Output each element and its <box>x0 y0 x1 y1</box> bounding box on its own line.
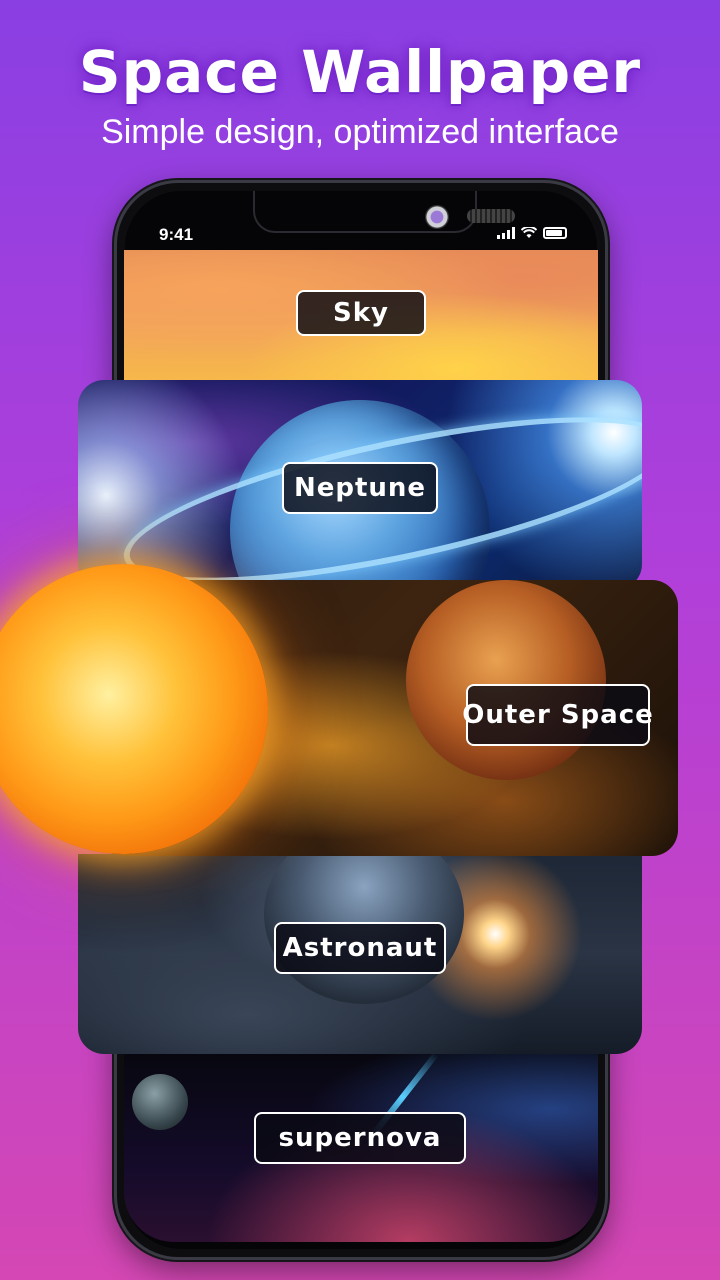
category-card-supernova[interactable]: supernova <box>124 1052 598 1242</box>
phone-notch <box>253 191 515 233</box>
status-time: 9:41 <box>159 225 194 244</box>
battery-icon <box>543 227 567 239</box>
status-icons <box>497 227 567 239</box>
category-label-neptune: Neptune <box>282 462 438 514</box>
category-card-astronaut[interactable]: Astronaut <box>78 854 642 1054</box>
wifi-icon <box>521 227 537 238</box>
category-label-supernova: supernova <box>254 1112 466 1164</box>
category-label-astronaut: Astronaut <box>274 922 446 974</box>
page-title: Space Wallpaper <box>78 38 642 106</box>
front-camera-icon <box>425 205 449 229</box>
planet-image <box>132 1074 188 1130</box>
category-card-neptune[interactable]: Neptune <box>78 380 642 590</box>
category-label-sky: Sky <box>296 290 426 336</box>
page-subtitle: Simple design, optimized interface <box>101 113 619 151</box>
speaker-grille-icon <box>467 209 515 223</box>
signal-icon <box>497 227 515 239</box>
category-card-sky[interactable]: Sky <box>124 250 598 382</box>
category-label-outer-space: Outer Space <box>462 684 653 746</box>
outer-planet-image <box>406 580 606 780</box>
